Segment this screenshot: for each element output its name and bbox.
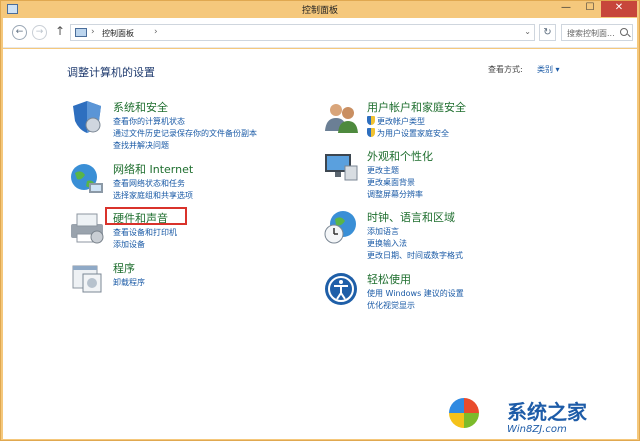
link-uninstall-program[interactable]: 卸载程序 <box>113 277 145 288</box>
watermark-text: 系统之家 <box>507 400 587 424</box>
category-title-user-accounts[interactable]: 用户帐户和家庭安全 <box>367 99 466 115</box>
up-button[interactable]: ↑ <box>55 24 65 38</box>
category-network-internet: 网络和 Internet 查看网络状态和任务 选择家庭组和共享选项 <box>69 161 309 205</box>
shield-icon[interactable] <box>69 99 105 135</box>
category-system-security: 系统和安全 查看你的计算机状态 通过文件历史记录保存你的文件备份副本 查找并解决… <box>69 99 309 155</box>
link-add-language[interactable]: 添加语言 <box>367 226 399 237</box>
breadcrumb-chevron-icon[interactable]: › <box>154 27 158 37</box>
globe-network-icon[interactable] <box>69 161 105 197</box>
refresh-button[interactable]: ↻ <box>539 24 556 41</box>
programs-icon[interactable] <box>69 260 105 296</box>
link-date-time-format[interactable]: 更改日期、时间或数字格式 <box>367 250 463 261</box>
link-recommended-settings[interactable]: 使用 Windows 建议的设置 <box>367 288 464 299</box>
link-file-history-backup[interactable]: 通过文件历史记录保存你的文件备份副本 <box>113 128 257 139</box>
search-icon[interactable] <box>620 28 628 36</box>
link-optimize-display[interactable]: 优化视觉显示 <box>367 300 415 311</box>
highlight-box-hardware-sound <box>105 207 187 225</box>
link-family-safety[interactable]: 为用户设置家庭安全 <box>367 128 449 139</box>
category-ease-of-access: 轻松使用 使用 Windows 建议的设置 优化视觉显示 <box>323 271 573 315</box>
navigation-bar: ← → ↑ › 控制面板 › ⌄ ↻ 搜索控制面... <box>3 18 637 48</box>
printer-icon[interactable] <box>69 210 105 246</box>
breadcrumb-control-panel[interactable]: 控制面板 <box>102 28 134 39</box>
forward-button[interactable]: → <box>32 25 47 40</box>
category-programs: 程序 卸载程序 <box>69 260 309 296</box>
back-button[interactable]: ← <box>12 25 27 40</box>
control-panel-small-icon <box>75 28 87 37</box>
category-title-programs[interactable]: 程序 <box>113 260 135 276</box>
address-dropdown-icon[interactable]: ⌄ <box>524 27 531 36</box>
search-box[interactable]: 搜索控制面... <box>561 24 633 41</box>
category-title-ease-of-access[interactable]: 轻松使用 <box>367 271 411 287</box>
window-title: 控制面板 <box>301 6 338 16</box>
link-troubleshoot[interactable]: 查找并解决问题 <box>113 140 169 151</box>
link-devices-printers[interactable]: 查看设备和打印机 <box>113 227 177 238</box>
close-button[interactable]: ✕ <box>601 1 637 17</box>
view-by-label: 查看方式: <box>488 65 523 74</box>
ease-of-access-icon[interactable] <box>323 271 359 307</box>
watermark: 系统之家 Win8ZJ.com <box>441 394 637 440</box>
category-title-network-internet[interactable]: 网络和 Internet <box>113 161 193 177</box>
view-by-dropdown[interactable]: 类别 ▾ <box>537 64 560 75</box>
control-panel-window: 控制面板 — ☐ ✕ ← → ↑ › 控制面板 › ⌄ ↻ 搜索控制面... 调… <box>0 0 640 441</box>
category-title-appearance[interactable]: 外观和个性化 <box>367 148 433 164</box>
link-change-theme[interactable]: 更改主题 <box>367 165 399 176</box>
windows-logo-icon <box>449 398 479 428</box>
watermark-url: Win8ZJ.com <box>507 424 567 435</box>
address-bar[interactable]: › 控制面板 › ⌄ <box>70 24 535 41</box>
users-icon[interactable] <box>323 99 359 135</box>
link-change-input-method[interactable]: 更换输入法 <box>367 238 407 249</box>
category-user-accounts: 用户帐户和家庭安全 更改帐户类型 为用户设置家庭安全 <box>323 99 573 143</box>
category-appearance: 外观和个性化 更改主题 更改桌面背景 调整屏幕分辨率 <box>323 148 573 204</box>
main-content: 调整计算机的设置 查看方式: 类别 ▾ 系统和安全 查看你的计算机状态 通过文件… <box>3 49 637 439</box>
uac-shield-icon <box>367 116 375 125</box>
page-title: 调整计算机的设置 <box>67 66 155 79</box>
link-view-computer-status[interactable]: 查看你的计算机状态 <box>113 116 185 127</box>
link-desktop-background[interactable]: 更改桌面背景 <box>367 177 415 188</box>
category-clock-language-region: 时钟、语言和区域 添加语言 更换输入法 更改日期、时间或数字格式 <box>323 209 573 265</box>
category-title-system-security[interactable]: 系统和安全 <box>113 99 168 115</box>
link-add-device[interactable]: 添加设备 <box>113 239 145 250</box>
maximize-button[interactable]: ☐ <box>577 1 603 17</box>
link-homegroup-sharing[interactable]: 选择家庭组和共享选项 <box>113 190 193 201</box>
link-screen-resolution[interactable]: 调整屏幕分辨率 <box>367 189 423 200</box>
clock-globe-icon[interactable] <box>323 209 359 245</box>
monitor-icon[interactable] <box>323 148 359 184</box>
minimize-button[interactable]: — <box>553 1 579 17</box>
breadcrumb-chevron-icon[interactable]: › <box>91 27 95 37</box>
link-network-status[interactable]: 查看网络状态和任务 <box>113 178 185 189</box>
title-bar[interactable]: 控制面板 — ☐ ✕ <box>1 1 639 18</box>
link-change-account-type[interactable]: 更改帐户类型 <box>367 116 425 127</box>
search-input[interactable]: 搜索控制面... <box>567 28 615 39</box>
category-title-clock-language-region[interactable]: 时钟、语言和区域 <box>367 209 455 225</box>
uac-shield-icon <box>367 128 375 137</box>
